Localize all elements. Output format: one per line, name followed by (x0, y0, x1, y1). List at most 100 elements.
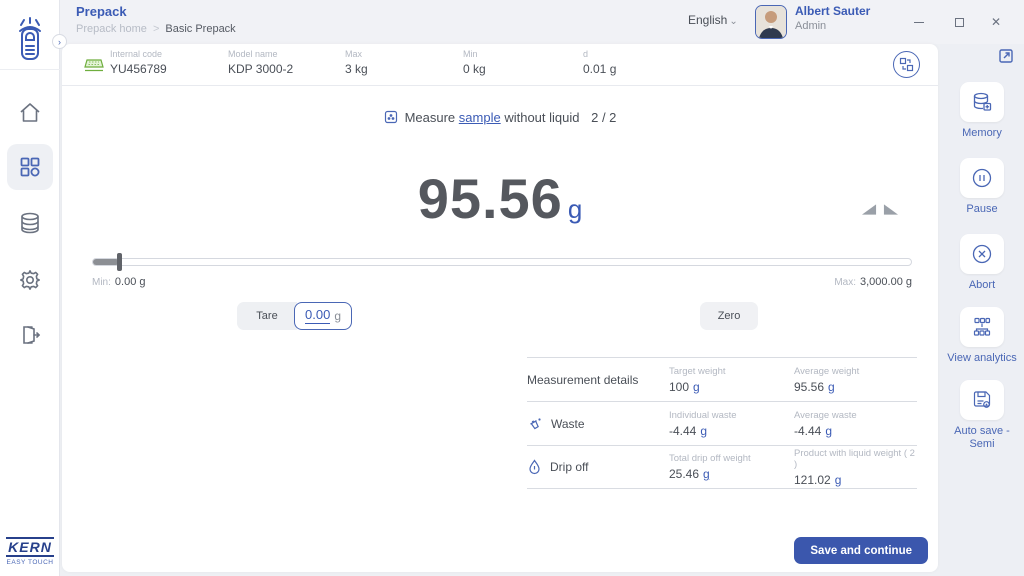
window-minimize-button[interactable] (909, 12, 929, 32)
drip-off-icon (527, 459, 542, 475)
language-selector[interactable]: English⌄ (688, 13, 738, 27)
field-label: Max (345, 49, 368, 59)
value-unit[interactable]: g (828, 380, 835, 394)
user-name[interactable]: Albert Sauter (795, 4, 870, 18)
min-value: 0.00 g (115, 276, 146, 288)
expand-view-button[interactable] (998, 48, 1016, 66)
device-field: d 0.01 g (583, 49, 616, 76)
weight-unit: g (568, 194, 582, 224)
breadcrumb-parent[interactable]: Prepack home (76, 23, 147, 35)
sample-link[interactable]: sample (459, 110, 501, 125)
value-unit[interactable]: g (693, 380, 700, 394)
scale-platform-icon (84, 59, 104, 72)
left-sidebar: KERN EASY TOUCH (0, 0, 60, 576)
row-label-text: Drip off (550, 460, 588, 474)
pause-icon (960, 158, 1004, 198)
minimize-icon (914, 22, 924, 23)
tare-control[interactable]: Tare 0.00 g (237, 302, 352, 330)
switch-scale-button[interactable] (893, 51, 920, 78)
sidebar-item-settings[interactable] (7, 257, 53, 303)
auto-save-button[interactable]: Auto save - Semi (940, 380, 1024, 451)
device-field: Model name KDP 3000-2 (228, 49, 293, 76)
pause-button[interactable]: Pause (940, 158, 1024, 216)
home-icon (18, 101, 42, 125)
cell-label: Individual waste (669, 410, 794, 421)
field-label: Min (463, 49, 486, 59)
stability-indicator-icon (862, 202, 898, 216)
window-close-button[interactable]: ✕ (986, 12, 1006, 32)
memory-button[interactable]: Memory (940, 82, 1024, 140)
tare-value[interactable]: 0.00 (305, 308, 330, 323)
max-value: 3,000.00 g (860, 276, 912, 288)
range-max: Max: 3,000.00 g (834, 276, 912, 288)
table-cell: Average weight 95.56g (794, 366, 917, 394)
sidebar-item-database[interactable] (7, 200, 53, 246)
slider-handle[interactable] (117, 253, 122, 271)
sidebar-item-home[interactable] (7, 90, 53, 136)
abort-icon (960, 234, 1004, 274)
zero-button[interactable]: Zero (700, 302, 758, 330)
device-info-bar: Internal code YU456789 Model name KDP 30… (62, 44, 938, 86)
sidebar-expand-toggle[interactable]: › (52, 34, 67, 49)
table-cell: Average waste -4.44g (794, 410, 917, 438)
view-analytics-button[interactable]: View analytics (940, 307, 1024, 365)
action-label: View analytics (940, 352, 1024, 365)
value-unit[interactable]: g (835, 473, 842, 487)
value-number: -4.44 (669, 424, 696, 438)
window-maximize-button[interactable] (949, 12, 969, 32)
cell-label: Total drip off weight (669, 453, 794, 464)
slider-fill (93, 259, 119, 265)
tare-unit: g (334, 309, 341, 323)
value-unit[interactable]: g (703, 467, 710, 481)
range-min: Min:0.00 g (92, 276, 146, 288)
table-row: Drip off Total drip off weight 25.46g Pr… (527, 445, 917, 489)
waste-icon (527, 416, 543, 432)
apps-grid-icon (18, 155, 42, 179)
cell-value: 25.46g (669, 467, 794, 481)
abort-button[interactable]: Abort (940, 234, 1024, 292)
kern-brand-logo: KERN EASY TOUCH (0, 537, 60, 566)
language-label: English (688, 13, 727, 27)
device-field: Internal code YU456789 (110, 49, 167, 76)
action-label: Abort (940, 279, 1024, 292)
avatar[interactable] (755, 5, 787, 39)
table-cell: Target weight 100g (669, 366, 794, 394)
weight-display: 95.56g (62, 166, 938, 231)
analytics-icon (960, 307, 1004, 347)
right-action-panel: Memory Pause Abort View analytics (940, 44, 1024, 576)
tare-button[interactable]: Tare (237, 302, 297, 330)
cell-value: 95.56g (794, 380, 917, 394)
page-title: Prepack (76, 4, 127, 19)
cell-label: Average weight (794, 366, 917, 377)
auto-save-icon (960, 380, 1004, 420)
max-label: Max: (834, 277, 856, 288)
field-value: 0.01 g (583, 62, 616, 76)
weight-slider[interactable] (92, 258, 912, 266)
database-icon (18, 211, 42, 235)
value-unit[interactable]: g (825, 424, 832, 438)
field-value: 0 kg (463, 62, 486, 76)
chevron-right-icon: › (58, 37, 61, 47)
field-value: YU456789 (110, 62, 167, 76)
table-cell: Individual waste -4.44 g (669, 410, 794, 438)
action-label: Pause (940, 203, 1024, 216)
sidebar-item-logout[interactable] (7, 312, 53, 358)
value-number: 121.02 (794, 473, 831, 487)
field-value: 3 kg (345, 62, 368, 76)
action-label: Auto save - Semi (940, 425, 1024, 451)
measure-suffix: without liquid (504, 110, 579, 125)
value-number: -4.44 (794, 424, 821, 438)
tare-value-field[interactable]: 0.00 g (294, 302, 352, 330)
measure-prefix: Measure (405, 110, 456, 125)
value-unit[interactable]: g (700, 424, 707, 438)
save-and-continue-button[interactable]: Save and continue (794, 537, 928, 564)
kern-logo-text: KERN (6, 537, 54, 557)
cell-label: Product with liquid weight ( 2 ) (794, 448, 917, 470)
measurement-details-table: Measurement details Target weight 100g A… (527, 357, 917, 489)
sidebar-item-apps[interactable] (7, 144, 53, 190)
cell-value: 100g (669, 380, 794, 394)
table-cell: Total drip off weight 25.46g (669, 453, 794, 481)
logout-icon (18, 323, 42, 347)
top-header: Prepack Prepack home>Basic Prepack Engli… (60, 0, 1024, 44)
sample-icon (384, 110, 398, 124)
